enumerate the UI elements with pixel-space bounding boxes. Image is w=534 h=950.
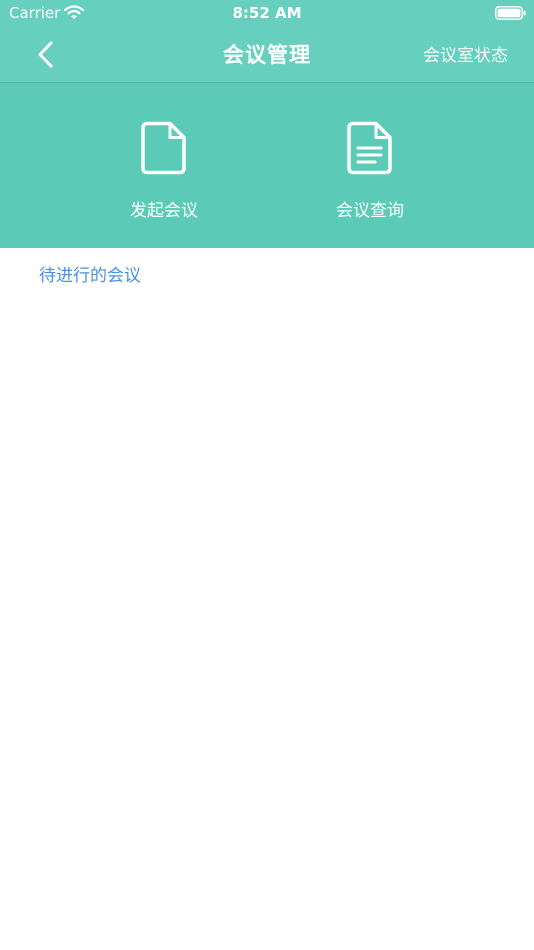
blank-document-icon (141, 121, 186, 175)
meeting-query-label: 会议查询 (336, 201, 404, 221)
start-meeting-button[interactable]: 发起会议 (84, 83, 244, 248)
meeting-room-status-button[interactable]: 会议室状态 (423, 28, 508, 82)
start-meeting-label: 发起会议 (130, 201, 198, 221)
nav-bar: 会议管理 会议室状态 (0, 28, 534, 82)
text-document-icon (347, 121, 392, 175)
header: Carrier 8:52 AM 会议管理 会议室状态 (0, 0, 534, 82)
upcoming-meetings-title: 待进行的会议 (39, 266, 141, 286)
battery-full-icon (495, 6, 526, 20)
status-bar: Carrier 8:52 AM (0, 0, 534, 28)
status-time: 8:52 AM (232, 4, 302, 22)
action-panel: 发起会议 会议查询 (0, 83, 534, 248)
meeting-query-button[interactable]: 会议查询 (290, 83, 450, 248)
